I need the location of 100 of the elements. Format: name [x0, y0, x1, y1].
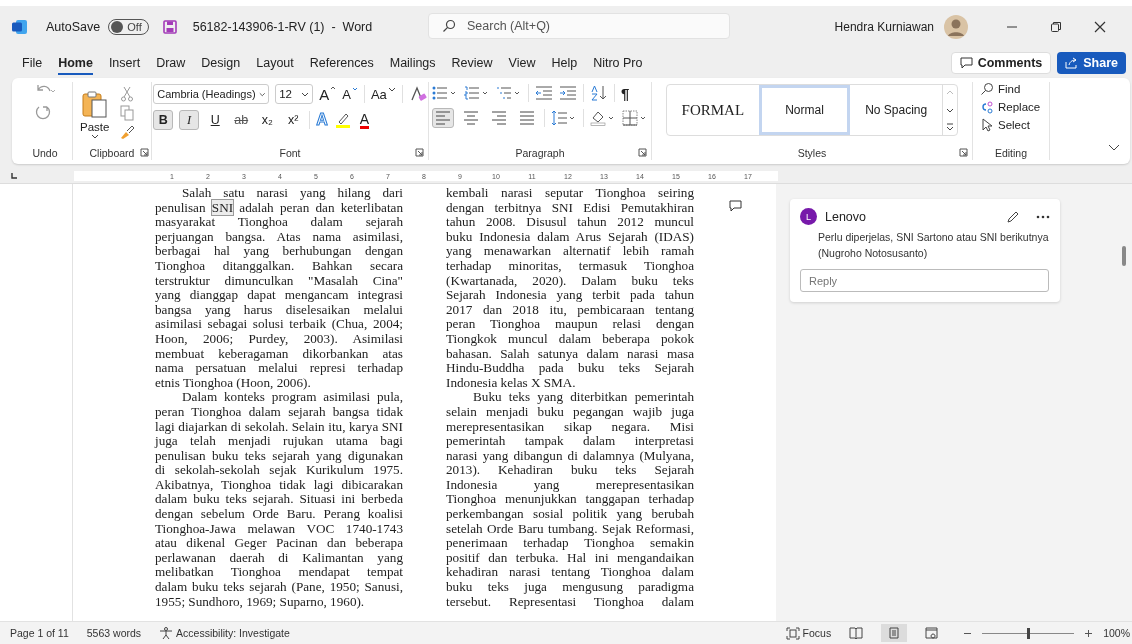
share-icon — [1065, 57, 1079, 69]
font-name-dropdown[interactable]: Cambria (Headings) — [153, 84, 270, 104]
increase-indent-icon[interactable] — [559, 85, 577, 101]
collapse-ribbon-icon[interactable] — [1108, 144, 1120, 152]
paintbrush-icon[interactable] — [119, 124, 136, 140]
menu-tab[interactable]: Nitro Pro — [585, 53, 651, 73]
body-paragraph: Buku teks yang diterbitkan pemerintah selain menjadi buku pegangan wajib juga merepresentasikan sikap negara. Misi pemerintah tampak dalam interpretasi narasi yang dibangun di dalamnya (Mulyana, 2013). Kehadiran buku teks Sejarah Indonesia yang merepresentasikan Tionghoa menunjukkan tanggapan terhadap perkembangan sosial politik yang berubah setelah Orde Baru tumbang. Sejak Reformasi, penerimaan terhadap Tionghoa semakin positif dan terbuka. Hal ini mengandaikan kehadiran narasi tentang Tionghoa dalam buku teks juga mengusung paradigma tersebut. Representasi Tionghoa dalam — [446, 390, 694, 610]
body-paragraph: Salah satu narasi yang hilang dari penulisan SNI adalah peran dan keterlibatan masyarakat Tionghoa dalam sejarah perjuangan bangsa. Atas nama asimilasi, berbagai hal yang berhubungan dengan Tionghoa ditanggalkan. Bahkan secara terstruktur dimunculkan "Masalah Cina" yang dianggap dapat mengancam integrasi bangsa yang harus diselesaikan melalui asimilasi sebagai solusi terbaik (Chua, 2004; Hoon, 2006; Purdey, 2003). Asimilasi membuat keberagaman dikorbankan atas nama persatuan melalui represi terhadap etnis Tionghoa (Hoon, 2006). — [155, 186, 403, 391]
style-option[interactable]: Normal — [758, 85, 851, 135]
group-label: Undo — [32, 147, 58, 160]
paste-button[interactable]: Paste — [80, 90, 110, 139]
group-label: Editing — [994, 147, 1028, 160]
view-button[interactable] — [881, 624, 908, 642]
clipboard-icon — [80, 90, 109, 120]
avatar-icon[interactable] — [944, 15, 968, 39]
scissors-icon[interactable] — [119, 86, 136, 102]
group-label: Paragraph — [515, 147, 565, 160]
comments-button[interactable]: Comments — [950, 52, 1052, 74]
menu-tab[interactable]: Help — [543, 53, 586, 73]
window-title: 56182-143906-1-RV (1) - Word — [192, 20, 373, 34]
author-avatar: L — [800, 208, 817, 225]
clear-formatting-icon[interactable] — [408, 85, 427, 103]
menu-tab[interactable]: Design — [193, 53, 249, 73]
format-button[interactable]: x² — [283, 110, 304, 130]
line-spacing-icon[interactable] — [551, 110, 577, 126]
dialog-launcher-icon[interactable] — [415, 148, 424, 157]
page-count[interactable]: Page 1 of 11 — [10, 627, 69, 639]
style-option[interactable]: FORMAL — [667, 85, 759, 135]
save-icon[interactable] — [162, 20, 177, 34]
scrollbar-thumb[interactable] — [1122, 246, 1126, 266]
body-paragraph: Dalam konteks program asimilasi pula, peran Tionghoa dalam sejarah bangsa tidak lagi diajarkan di sekolah. Selain itu, karya SNI juga telah menjadi rujukan utama bagi penulisan buku teks sejarah yang digunakan di sekolah-sekolah sejak Kurikulum 1975. Akibatnya, Tionghoa tidak lagi dibicarakan dalam buku teks sejarah. Situasi ini berbeda dengan sebelum Orde Baru. Perang koalisi Tionghoa-Jawa melawan VOC 1740-1743 atau dikenal Geger Pacinan dan beberapa perlawanan daerah di Kalimantan yang melibatkan Tionghoa mendapat tempat dalam buku teks sejarah (Pane, 1950; Sanusi, 1955; Sundhoro, 1969; Suparno, 1960). — [155, 390, 403, 610]
font-size-dropdown[interactable]: 12 — [275, 84, 314, 104]
dialog-launcher-icon[interactable] — [638, 148, 647, 157]
edit-icon[interactable] — [1006, 209, 1020, 224]
font-color-button[interactable]: A — [359, 111, 370, 129]
editing-button[interactable]: Replace — [980, 100, 1041, 114]
caret-icon — [301, 91, 310, 97]
multilevel-list-icon[interactable] — [496, 85, 522, 101]
comment-icon — [959, 57, 973, 69]
numbered-list-icon[interactable] — [464, 85, 490, 101]
accessibility-button[interactable]: Accessibility: Investigate — [159, 626, 290, 640]
format-button[interactable]: I — [179, 110, 200, 130]
search-field[interactable]: Search (Alt+Q) — [428, 13, 730, 39]
shading-icon[interactable] — [590, 110, 616, 126]
print-view-icon — [887, 627, 902, 639]
tab-selector-icon[interactable] — [10, 172, 18, 180]
close-icon[interactable] — [1094, 21, 1106, 33]
restore-icon[interactable] — [1050, 21, 1062, 33]
word-count[interactable]: 5563 words — [86, 627, 142, 639]
menu-tab[interactable]: Insert — [100, 53, 149, 73]
user-name[interactable]: Hendra Kurniawan — [834, 20, 934, 34]
comment-text: Perlu diperjelas, SNI Sartono atau SNI berikutnya (Nugroho Notosusanto) — [818, 230, 1050, 261]
align-left-icon — [435, 111, 451, 125]
web-view-icon — [925, 627, 940, 639]
dialog-launcher-icon[interactable] — [959, 148, 968, 157]
zoom-level[interactable]: 100% — [1103, 627, 1132, 639]
shrink-font-button[interactable]: A — [342, 86, 358, 102]
menu-tab[interactable]: Home — [50, 53, 101, 73]
borders-icon[interactable] — [622, 110, 648, 126]
align-right-icon — [491, 111, 507, 125]
format-button[interactable]: U — [205, 110, 226, 130]
align-button[interactable] — [432, 108, 454, 128]
format-button[interactable]: x₂ — [257, 110, 278, 130]
editing-button[interactable]: Find — [980, 82, 1021, 96]
more-options-icon[interactable] — [1036, 214, 1050, 219]
menu-tab[interactable]: Mailings — [381, 53, 444, 73]
zoom-in-icon[interactable] — [1084, 628, 1094, 638]
align-justify-icon — [519, 111, 535, 125]
editing-button[interactable]: Select — [980, 118, 1030, 132]
read-view-icon — [849, 627, 864, 639]
search-icon — [980, 82, 994, 96]
search-icon — [442, 19, 456, 33]
decrease-indent-icon[interactable] — [535, 85, 553, 101]
menu-tab[interactable]: View — [500, 53, 544, 73]
reply-field[interactable]: Reply — [800, 269, 1049, 292]
change-case-button[interactable]: Aa — [370, 86, 396, 102]
align-center-icon — [463, 111, 479, 125]
bullet-list-icon[interactable] — [432, 85, 458, 101]
grow-font-button[interactable]: A — [319, 85, 337, 103]
caret-icon — [90, 134, 99, 139]
style-option[interactable]: No Spacing — [850, 85, 942, 135]
menu-tab[interactable]: References — [301, 53, 382, 73]
autosave-label: AutoSave — [46, 20, 101, 34]
menu-tab[interactable]: Layout — [248, 53, 302, 73]
focus-button[interactable]: Focus — [785, 626, 832, 640]
group-label: Styles — [797, 147, 827, 160]
redo-icon[interactable] — [34, 104, 52, 122]
menu-tab[interactable]: File — [14, 53, 51, 73]
sort-icon[interactable] — [590, 85, 608, 101]
format-button[interactable]: B — [153, 110, 174, 130]
menu-tab[interactable]: Draw — [148, 53, 194, 73]
share-button[interactable]: Share — [1057, 52, 1126, 74]
dialog-launcher-icon[interactable] — [140, 148, 149, 157]
menu-tab[interactable]: Review — [443, 53, 501, 73]
comment-marker-icon[interactable] — [729, 200, 742, 212]
caret-icon — [258, 91, 266, 97]
format-button[interactable]: ab — [231, 110, 252, 130]
show-formatting-button[interactable]: ¶ — [621, 84, 630, 102]
body-paragraph: kembali narasi seputar Tionghoa seiring dengan terbitnya SNI Edisi Pemutakhiran tahun 2008. Disusul tahun 2012 muncul buku Indonesia dalam Arus Sejarah (IDAS) yang menawarkan alternatif lebih ramah terhadap minoritas, termasuk Tionghoa (Kwartanada, 2020). Dalam buku teks Sejarah Indonesia yang terbit pada tahun 2017 dan 2018 itu, pembicaraan tentang peran Tionghoa maupun relasi dengan Tiongkok muncul dalam beberapa pokok bahasan. Salah satunya dalam narasi masa Hindu-Buddha pada buku teks Sejarah Indonesia kelas X SMA. — [446, 186, 694, 391]
zoom-slider-thumb[interactable] — [1027, 627, 1031, 639]
